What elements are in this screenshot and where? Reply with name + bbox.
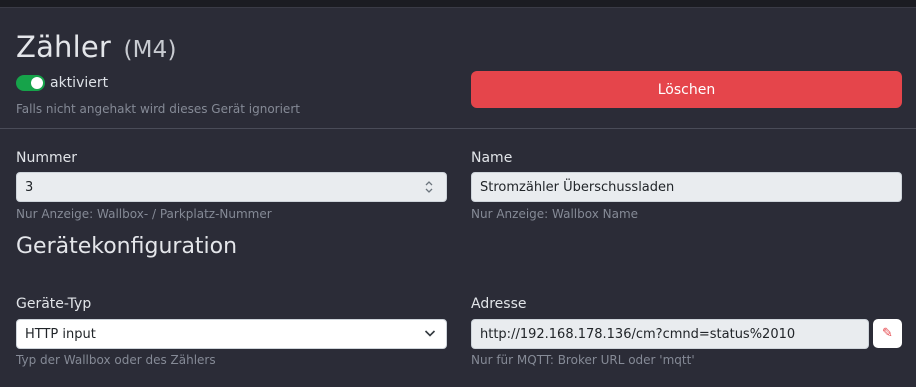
enabled-toggle-label: aktiviert (50, 75, 109, 91)
page-title: Zähler (M4) (16, 30, 177, 64)
enabled-toggle[interactable] (16, 75, 45, 91)
enabled-help-text: Falls nicht angehakt wird dieses Gerät i… (16, 102, 300, 116)
pencil-icon: ✎ (882, 326, 893, 341)
typ-value: HTTP input (25, 326, 96, 342)
delete-button[interactable]: Löschen (471, 71, 902, 108)
nummer-help: Nur Anzeige: Wallbox- / Parkplatz-Nummer (16, 207, 272, 221)
title-text: Zähler (16, 30, 112, 64)
adresse-label: Adresse (471, 296, 527, 312)
toggle-knob (31, 77, 43, 89)
name-input[interactable]: Stromzähler Überschussladen (471, 172, 902, 202)
typ-select[interactable]: HTTP input (16, 319, 447, 349)
name-value: Stromzähler Überschussladen (480, 179, 675, 195)
typ-label: Geräte-Typ (16, 296, 92, 312)
header-divider (0, 128, 916, 129)
adresse-value: http://192.168.178.136/cm?cmnd=status%20… (480, 326, 796, 342)
nummer-label: Nummer (16, 150, 77, 166)
chevron-down-icon (424, 330, 436, 337)
nummer-input[interactable]: 3 (16, 172, 447, 202)
section-title: Gerätekonfiguration (16, 234, 238, 259)
name-help: Nur Anzeige: Wallbox Name (471, 207, 639, 221)
edit-address-button[interactable]: ✎ (873, 319, 902, 348)
stepper-icon[interactable] (424, 179, 434, 195)
title-subtitle: (M4) (123, 37, 177, 63)
typ-help: Typ der Wallbox oder des Zählers (16, 353, 216, 367)
enabled-toggle-row[interactable]: aktiviert (16, 75, 108, 91)
name-label: Name (471, 150, 513, 166)
adresse-help: Nur für MQTT: Broker URL oder 'mqtt' (471, 353, 695, 367)
adresse-input[interactable]: http://192.168.178.136/cm?cmnd=status%20… (471, 319, 869, 349)
nummer-value: 3 (25, 179, 34, 195)
meter-card: Zähler (M4) aktiviert Falls nicht angeha… (0, 7, 916, 387)
